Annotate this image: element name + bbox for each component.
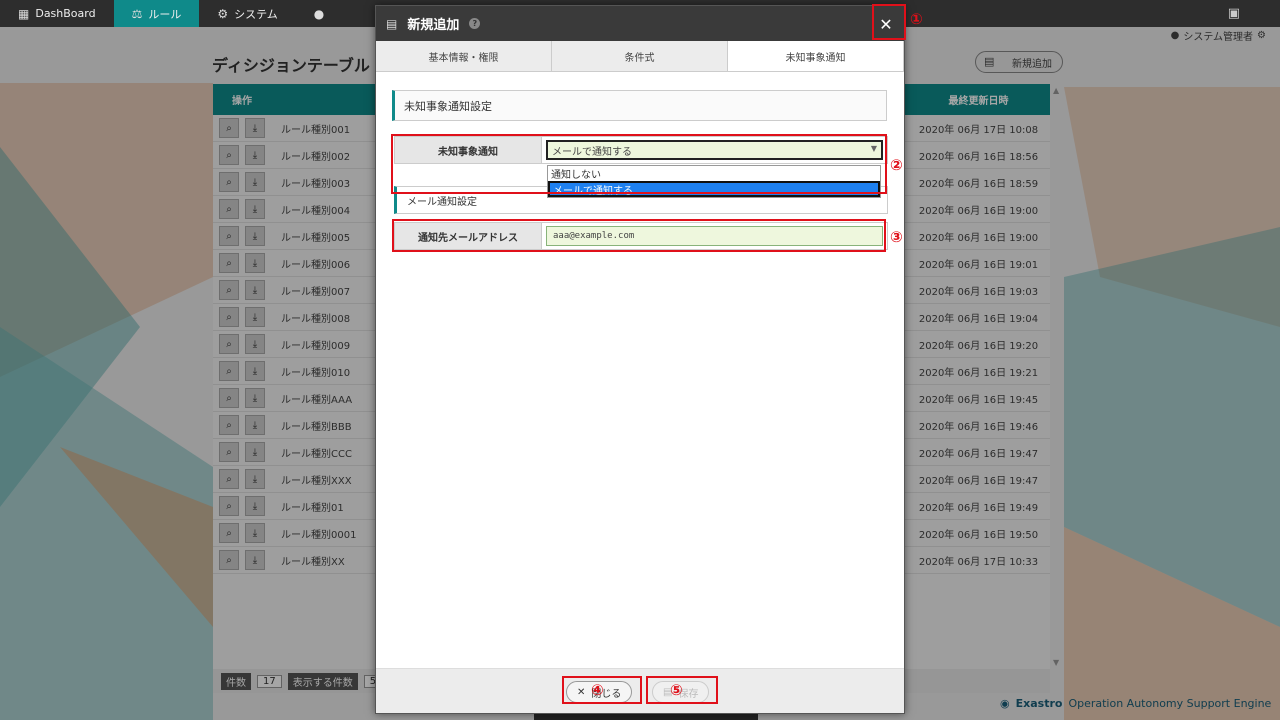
tab-conditions[interactable]: 条件式 (552, 41, 728, 71)
help-icon[interactable]: ? (469, 18, 481, 29)
tab-basic-info[interactable]: 基本情報・権限 (376, 41, 552, 71)
scale-icon: ⚖ (131, 6, 143, 21)
annotation-number-5: ⑤ (670, 681, 683, 699)
user-icon: ● (313, 6, 325, 21)
new-add-dialog: ▤ 新規追加 ? ✕ 基本情報・権限 条件式 未知事象通知 未知事象通知設定 未… (375, 5, 905, 714)
nav-label-rule: ルール (148, 7, 182, 21)
annotation-number-3: ③ (890, 228, 903, 246)
nav-item-dashboard[interactable]: ▦ DashBoard (0, 0, 114, 27)
section-title: 未知事象通知設定 (392, 90, 887, 121)
new-document-icon: ▤ (386, 16, 398, 31)
nav-label-system: システム (234, 7, 278, 21)
annotation-box-2 (391, 134, 887, 194)
dialog-tabs: 基本情報・権限 条件式 未知事象通知 (376, 41, 904, 72)
nav-item-rule[interactable]: ⚖ ルール (113, 0, 200, 27)
gears-icon: ⚙ (217, 6, 229, 21)
dashboard-icon: ▦ (18, 6, 30, 21)
annotation-number-1: ① (910, 10, 923, 28)
annotation-number-4: ④ (591, 681, 604, 699)
dialog-title: 新規追加 (407, 18, 460, 33)
dialog-header: ▤ 新規追加 ? ✕ (376, 6, 904, 41)
briefcase-icon[interactable]: ▣ (1228, 6, 1240, 21)
nav-item-system[interactable]: ⚙ システム (199, 0, 295, 27)
nav-label-dashboard: DashBoard (35, 7, 96, 20)
annotation-number-2: ② (890, 156, 903, 174)
annotation-box-1 (872, 4, 906, 40)
tab-unknown-event-notice[interactable]: 未知事象通知 (728, 41, 904, 71)
nav-item-user[interactable]: ● (296, 0, 342, 27)
annotation-box-3 (392, 219, 886, 252)
